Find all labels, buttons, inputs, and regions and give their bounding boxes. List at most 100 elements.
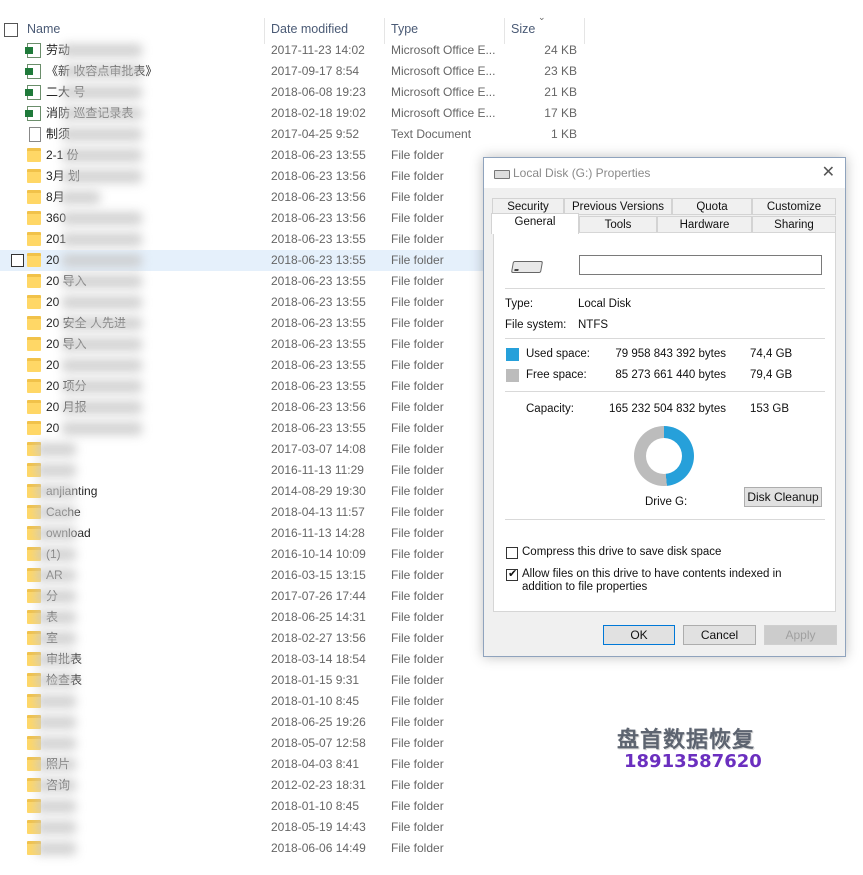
redaction-blur <box>62 359 142 372</box>
file-date-modified: 2018-06-23 13:55 <box>271 274 366 288</box>
apply-button[interactable]: Apply <box>764 625 837 645</box>
folder-icon <box>27 337 41 351</box>
select-all-checkbox[interactable] <box>4 23 18 37</box>
table-row[interactable]: 《新 收容点审批表》2017-09-17 8:54Microsoft Offic… <box>0 61 590 82</box>
file-type: File folder <box>391 400 444 414</box>
file-type: File folder <box>391 337 444 351</box>
table-row[interactable]: 二大 号2018-06-08 19:23Microsoft Office E..… <box>0 82 590 103</box>
file-type: File folder <box>391 463 444 477</box>
table-row[interactable]: 2018-06-25 19:26 File folder <box>0 712 590 733</box>
redaction-blur <box>62 233 142 246</box>
redaction-blur <box>62 149 142 162</box>
dialog-titlebar[interactable]: Local Disk (G:) Properties ✕ <box>484 158 845 188</box>
file-type: File folder <box>391 715 444 729</box>
file-date-modified: 2018-06-06 14:49 <box>271 841 366 855</box>
file-date-modified: 2018-06-23 13:55 <box>271 379 366 393</box>
file-type: File folder <box>391 841 444 855</box>
redaction-blur <box>36 716 76 729</box>
table-row[interactable]: 2018-01-10 8:45 File folder <box>0 796 590 817</box>
file-date-modified: 2018-06-23 13:56 <box>271 400 366 414</box>
tab-general[interactable]: General <box>491 213 579 234</box>
file-date-modified: 2018-01-10 8:45 <box>271 694 360 708</box>
close-icon[interactable]: ✕ <box>822 162 835 182</box>
table-row[interactable]: 咨询2012-02-23 18:31File folder <box>0 775 590 796</box>
cancel-button[interactable]: Cancel <box>683 625 756 645</box>
free-space-label: Free space: <box>526 369 587 381</box>
disk-usage-donut <box>634 426 694 486</box>
file-type: File folder <box>391 757 444 771</box>
folder-icon <box>27 274 41 288</box>
redaction-blur <box>36 548 76 561</box>
tab-customize[interactable]: Customize <box>752 198 836 215</box>
redaction-blur <box>36 611 76 624</box>
file-type: File folder <box>391 568 444 582</box>
compress-label: Compress this drive to save disk space <box>522 546 722 558</box>
tab-quota[interactable]: Quota <box>672 198 752 215</box>
properties-dialog: Local Disk (G:) Properties ✕ Security Pr… <box>483 157 846 657</box>
type-label: Type: <box>505 298 534 310</box>
drive-name-input[interactable] <box>579 255 822 275</box>
tab-hardware[interactable]: Hardware <box>657 216 752 233</box>
folder-icon <box>27 421 41 435</box>
general-panel: Type: Local Disk File system: NTFS Used … <box>493 232 836 612</box>
tab-previous-versions[interactable]: Previous Versions <box>564 198 672 215</box>
text-file-icon <box>29 127 41 142</box>
file-date-modified: 2018-05-07 12:58 <box>271 736 366 750</box>
sort-chevron-icon: ⌄ <box>538 12 546 22</box>
ok-button[interactable]: OK <box>603 625 675 645</box>
file-type: File folder <box>391 274 444 288</box>
file-type: File folder <box>391 589 444 603</box>
file-date-modified: 2018-06-25 14:31 <box>271 610 366 624</box>
dialog-title: Local Disk (G:) Properties <box>513 166 651 180</box>
file-date-modified: 2018-02-18 19:02 <box>271 106 366 120</box>
table-row[interactable]: 2018-05-19 14:43 File folder <box>0 817 590 838</box>
file-type: Text Document <box>391 127 472 141</box>
table-row[interactable]: 劳动 2017-11-23 14:02 Microsoft Office E... 2… <box>0 40 590 61</box>
disk-cleanup-button[interactable]: Disk Cleanup <box>744 487 822 507</box>
redaction-blur <box>62 296 142 309</box>
table-row[interactable]: 制须 2017-04-25 9:52 Text Document 1 KB <box>0 124 590 145</box>
redaction-blur <box>36 842 76 855</box>
tab-tools[interactable]: Tools <box>579 216 657 233</box>
row-checkbox[interactable] <box>11 254 24 267</box>
file-type: File folder <box>391 148 444 162</box>
drive-label: Drive G: <box>645 496 688 508</box>
file-date-modified: 2018-06-23 13:55 <box>271 148 366 162</box>
compress-checkbox[interactable] <box>506 547 518 559</box>
folder-icon <box>27 232 41 246</box>
index-checkbox[interactable]: ✔ <box>506 568 518 581</box>
table-row[interactable]: 2018-06-06 14:49 File folder <box>0 838 590 859</box>
table-row[interactable]: 2018-01-10 8:45 File folder <box>0 691 590 712</box>
redaction-blur <box>36 779 76 792</box>
type-value: Local Disk <box>578 298 632 310</box>
file-type: File folder <box>391 631 444 645</box>
redaction-blur <box>36 695 76 708</box>
redaction-blur <box>36 569 76 582</box>
table-row[interactable]: 检查表2018-01-15 9:31File folder <box>0 670 590 691</box>
file-date-modified: 2018-06-25 19:26 <box>271 715 366 729</box>
file-type: File folder <box>391 421 444 435</box>
file-type: File folder <box>391 316 444 330</box>
redaction-blur <box>62 86 142 99</box>
excel-file-icon <box>25 106 41 121</box>
file-type: Microsoft Office E... <box>391 106 496 120</box>
file-date-modified: 2018-02-27 13:56 <box>271 631 366 645</box>
divider <box>505 338 825 339</box>
file-date-modified: 2016-11-13 11:29 <box>271 463 364 477</box>
tab-sharing[interactable]: Sharing <box>752 216 836 233</box>
table-row[interactable]: 消防 巡查记录表2018-02-18 19:02Microsoft Office… <box>0 103 590 124</box>
watermark-title: 盘首数据恢复 <box>617 728 756 753</box>
file-size: 1 KB <box>550 127 577 141</box>
file-type: File folder <box>391 442 444 456</box>
redaction-blur <box>62 170 142 183</box>
table-row[interactable]: 2018-05-07 12:58 File folder <box>0 733 590 754</box>
divider <box>505 519 825 520</box>
file-date-modified: 2018-03-14 18:54 <box>271 652 366 666</box>
file-date-modified: 2018-01-10 8:45 <box>271 799 360 813</box>
folder-icon <box>27 400 41 414</box>
file-date-modified: 2018-06-23 13:56 <box>271 190 366 204</box>
file-type: File folder <box>391 778 444 792</box>
table-row[interactable]: 照片2018-04-03 8:41File folder <box>0 754 590 775</box>
file-type: File folder <box>391 526 444 540</box>
folder-icon <box>27 169 41 183</box>
